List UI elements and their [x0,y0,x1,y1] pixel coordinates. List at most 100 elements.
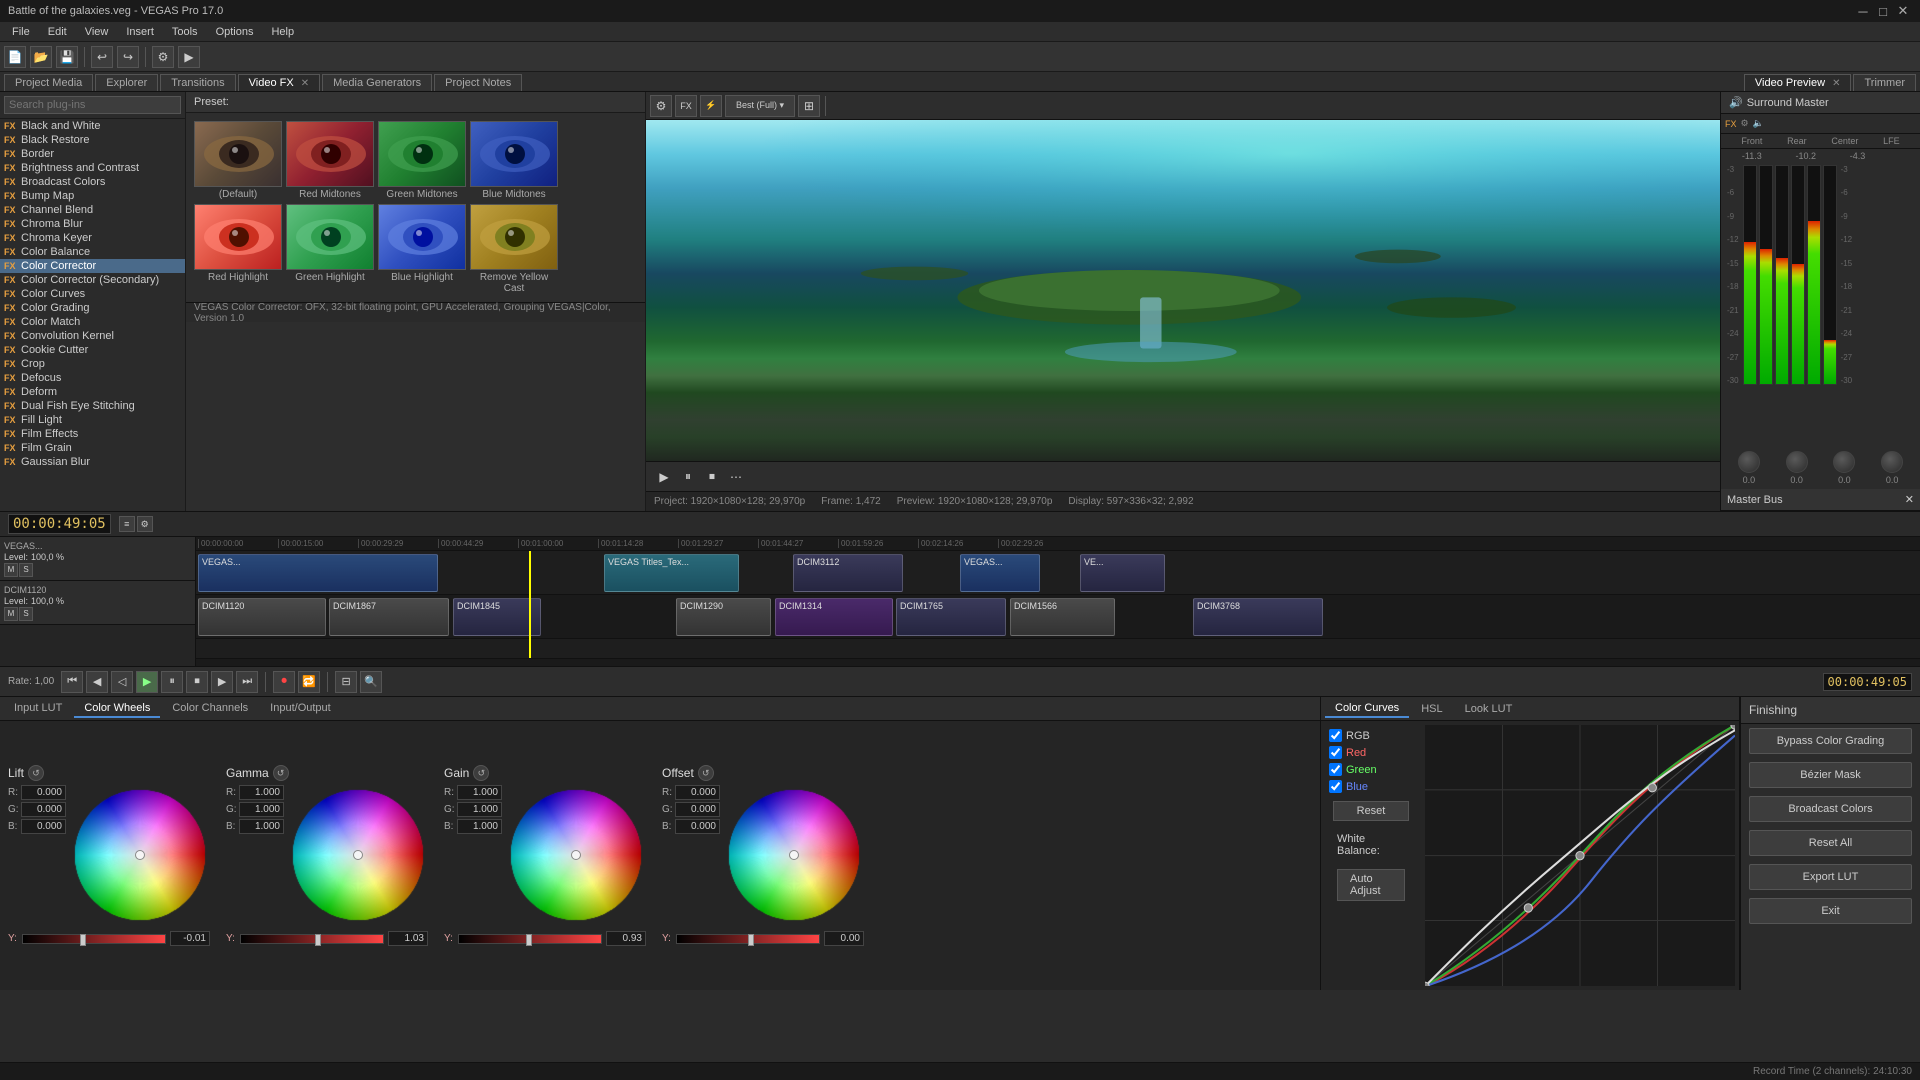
offset-g-input[interactable] [675,802,720,817]
redo-button[interactable]: ↪ [117,46,139,68]
gain-r-input[interactable] [457,785,502,800]
preset-blue-midtones[interactable]: Blue Midtones [470,121,558,200]
maximize-button[interactable]: □ [1874,2,1892,20]
gain-b-input[interactable] [457,819,502,834]
color-tab-wheels[interactable]: Color Wheels [74,700,160,718]
undo-button[interactable]: ↩ [91,46,113,68]
go-to-start[interactable]: ⏮ [61,671,83,693]
tab-media-generators[interactable]: Media Generators [322,74,432,91]
plugin-bump-map[interactable]: FXBump Map [0,189,185,203]
loop-btn[interactable]: 🔁 [298,671,320,693]
export-lut-btn[interactable]: Export LUT [1749,864,1912,890]
plugin-crop[interactable]: FXCrop [0,357,185,371]
plugin-film-grain[interactable]: FXFilm Grain [0,441,185,455]
pause-transport[interactable]: ⏸ [161,671,183,693]
plugin-color-corrector-secondary[interactable]: FXColor Corrector (Secondary) [0,273,185,287]
preset-green-highlight[interactable]: Green Highlight [286,204,374,294]
ctrl-pt-3[interactable] [1648,784,1656,792]
ctrl-pt-1[interactable] [1524,904,1532,912]
preset-green-midtones[interactable]: Green Midtones [378,121,466,200]
tab-trimmer[interactable]: Trimmer [1853,74,1916,91]
color-tab-channels[interactable]: Color Channels [162,700,258,718]
tab-video-preview[interactable]: Video Preview ✕ [1744,74,1852,91]
knob-4[interactable] [1881,451,1903,473]
menu-help[interactable]: Help [263,25,302,39]
tab-project-notes[interactable]: Project Notes [434,74,522,91]
plugin-gaussian-blur[interactable]: FXGaussian Blur [0,455,185,469]
plugin-color-grading[interactable]: FXColor Grading [0,301,185,315]
play-transport[interactable]: ▶ [136,671,158,693]
clip-dcim3768[interactable]: DCIM3768 [1193,598,1323,636]
offset-y-slider[interactable] [676,934,820,944]
timeline-settings[interactable]: ⚙ [137,516,153,532]
track2-solo[interactable]: S [19,607,33,621]
surround-audio-icon[interactable]: 🔈 [1753,118,1764,129]
bezier-mask-btn[interactable]: Bézier Mask [1749,762,1912,788]
track2-mute[interactable]: M [4,607,18,621]
curves-svg[interactable] [1425,725,1735,986]
plugin-fill-light[interactable]: FXFill Light [0,413,185,427]
clip-dcim1120[interactable]: DCIM1120 [198,598,326,636]
plugin-color-corrector[interactable]: FXColor Corrector [0,259,185,273]
record-btn[interactable]: ⏺ [273,671,295,693]
plugin-black-white[interactable]: FXBlack and White [0,119,185,133]
auto-adjust-btn[interactable]: Auto Adjust [1337,869,1405,901]
track1-mute[interactable]: M [4,563,18,577]
settings-button[interactable]: ⚙ [152,46,174,68]
gain-g-input[interactable] [457,802,502,817]
zoom-btn[interactable]: 🔍 [360,671,382,693]
gamma-r-input[interactable] [239,785,284,800]
lift-g-input[interactable] [21,802,66,817]
clip-ve[interactable]: VE... [1080,554,1165,592]
plugin-convolution-kernel[interactable]: FXConvolution Kernel [0,329,185,343]
preset-red-midtones[interactable]: Red Midtones [286,121,374,200]
preview-fx-btn[interactable]: FX [675,95,697,117]
play-reverse[interactable]: ◁ [111,671,133,693]
gamma-y-input[interactable] [388,931,428,946]
loop-button[interactable]: ⋯ [726,467,746,487]
reset-all-btn[interactable]: Reset All [1749,830,1912,856]
timeline-auto-ripple[interactable]: ≡ [119,516,135,532]
gamma-b-input[interactable] [239,819,284,834]
preset-remove-yellow[interactable]: Remove Yellow Cast [470,204,558,294]
search-input[interactable] [4,96,181,114]
offset-b-input[interactable] [675,819,720,834]
clip-dcim1290[interactable]: DCIM1290 [676,598,771,636]
plugin-chroma-keyer[interactable]: FXChroma Keyer [0,231,185,245]
new-button[interactable]: 📄 [4,46,26,68]
tab-project-media[interactable]: Project Media [4,74,93,91]
lift-y-slider[interactable] [22,934,166,944]
menu-options[interactable]: Options [208,25,262,39]
clip-dcim3112[interactable]: DCIM3112 [793,554,903,592]
clip-vegas-main[interactable]: VEGAS... [198,554,438,592]
plugin-defocus[interactable]: FXDefocus [0,371,185,385]
wheel-offset-reset[interactable]: ↺ [698,765,714,781]
curves-tab-color[interactable]: Color Curves [1325,700,1409,718]
gamma-y-slider[interactable] [240,934,384,944]
plugin-color-match[interactable]: FXColor Match [0,315,185,329]
master-bus-close[interactable]: ✕ [1905,493,1914,506]
preview-quality-btn[interactable]: ⚡ [700,95,722,117]
tab-explorer[interactable]: Explorer [95,74,158,91]
plugin-color-balance[interactable]: FXColor Balance [0,245,185,259]
plugin-dual-fish-eye[interactable]: FXDual Fish Eye Stitching [0,399,185,413]
step-back[interactable]: ◀ [86,671,108,693]
knob-2[interactable] [1786,451,1808,473]
preset-red-highlight[interactable]: Red Highlight [194,204,282,294]
wheel-gain-reset[interactable]: ↺ [473,765,489,781]
minimize-button[interactable]: ─ [1854,2,1872,20]
preview-grid-btn[interactable]: ⊞ [798,95,820,117]
ctrl-pt-2[interactable] [1576,851,1584,859]
save-button[interactable]: 💾 [56,46,78,68]
clip-vegas-2[interactable]: VEGAS... [960,554,1040,592]
snap-btn[interactable]: ⊟ [335,671,357,693]
reset-curves-btn[interactable]: Reset [1333,801,1409,821]
curves-tab-hsl[interactable]: HSL [1411,701,1452,717]
knob-1[interactable] [1738,451,1760,473]
tab-fx-close[interactable]: ✕ [301,78,309,89]
go-to-end[interactable]: ⏭ [236,671,258,693]
checkbox-blue[interactable] [1329,780,1342,793]
offset-r-input[interactable] [675,785,720,800]
menu-tools[interactable]: Tools [164,25,206,39]
checkbox-rgb[interactable] [1329,729,1342,742]
